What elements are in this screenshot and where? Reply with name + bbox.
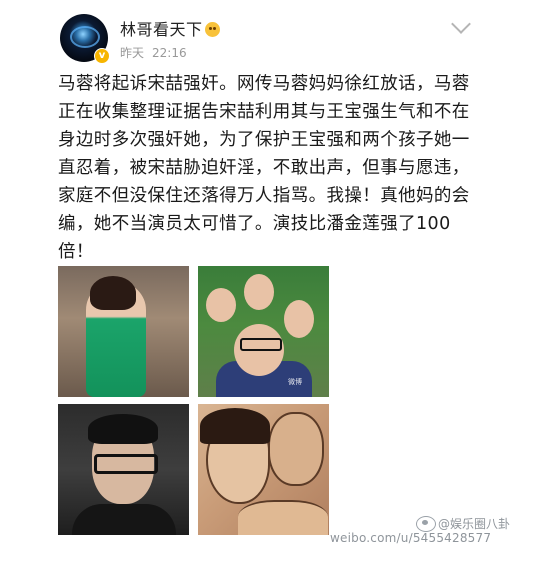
photo-couple-illustration[interactable] [198,404,329,535]
illustrated-arm [238,500,328,535]
watermark-url: weibo.com/u/5455428577 [330,531,492,545]
photo-woman-green-dress[interactable] [58,266,189,397]
sunglasses [240,338,282,351]
man-face-back [244,274,274,310]
post-text: 马蓉将起诉宋喆强奸。网传马蓉妈妈徐红放话，马蓉正在收集整理证据告宋喆利用其与王宝… [58,74,470,262]
man-hair [88,414,158,444]
woman-face [284,300,314,338]
photo-family-selfie[interactable]: 微博 [198,266,329,397]
watermark-name: @娱乐圈八卦 [438,517,511,531]
child-face [206,288,236,322]
verified-badge-icon: v [94,48,110,64]
dark-coat [72,504,176,535]
time-value: 22:16 [152,46,187,60]
avatar-eye-graphic [70,26,100,48]
crying-emoji-icon [204,22,220,37]
photo-man-glasses[interactable] [58,404,189,535]
post-time: 昨天 22:16 [120,44,187,61]
username[interactable]: 林哥看天下 [120,16,220,40]
illustrated-woman-hair [200,408,270,444]
glasses [94,454,158,474]
time-label: 昨天 [120,46,145,60]
weibo-logo-icon [416,516,436,532]
illustrated-man-face [268,412,324,486]
chevron-down-icon[interactable] [451,14,471,34]
username-text: 林哥看天下 [120,20,203,39]
image-watermark: 微博 [288,378,302,386]
post-header: v 林哥看天下 昨天 22:16 [0,0,557,66]
woman-hair [90,276,136,310]
